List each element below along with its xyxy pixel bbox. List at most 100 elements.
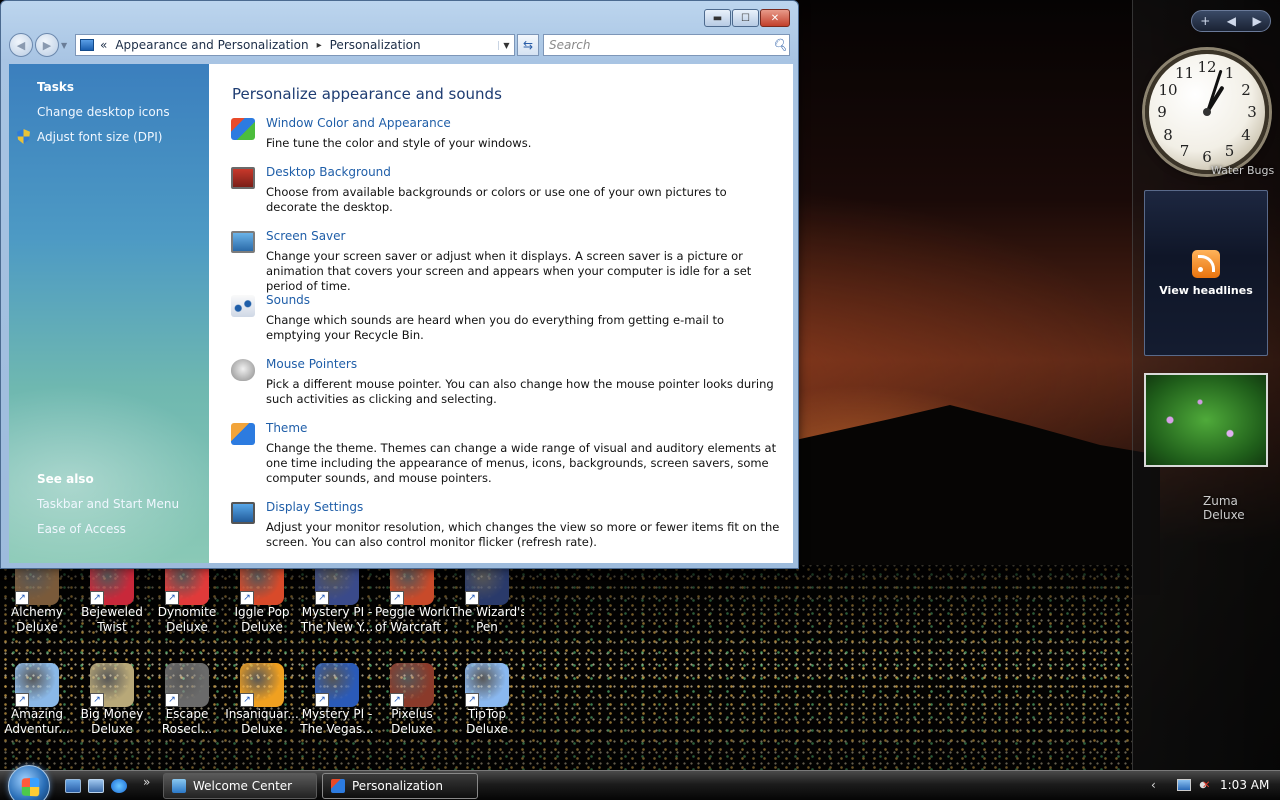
previous-gadgets-button[interactable]: ◀ bbox=[1227, 14, 1236, 28]
desktop-shortcut-label: Mystery PI - bbox=[301, 605, 373, 619]
desktop-shortcut-label: of Warcraft ... bbox=[375, 620, 449, 634]
item-title-link[interactable]: Window Color and Appearance bbox=[266, 116, 451, 130]
desktop-shortcut[interactable]: Mystery PI -The Vegas... bbox=[300, 663, 374, 737]
address-dropdown[interactable]: ▼ bbox=[498, 40, 514, 50]
clock-numeral: 3 bbox=[1247, 103, 1257, 121]
item-title-link[interactable]: Desktop Background bbox=[266, 165, 391, 179]
address-overflow-chevron[interactable]: « bbox=[100, 38, 107, 52]
zuma-deluxe-label[interactable]: Zuma Deluxe bbox=[1203, 494, 1280, 522]
desktop-shortcut[interactable]: AmazingAdventur... bbox=[0, 663, 74, 737]
tasks-heading: Tasks bbox=[37, 80, 75, 94]
desktop-shortcut-label: Alchemy bbox=[11, 605, 63, 619]
item-title-link[interactable]: Screen Saver bbox=[266, 229, 345, 243]
desktop-shortcut-label: Adventur... bbox=[4, 722, 70, 736]
desktop-shortcut[interactable]: AlchemyDeluxe bbox=[0, 561, 74, 635]
rss-icon bbox=[1192, 249, 1220, 278]
change-desktop-icons-link[interactable]: Change desktop icons bbox=[37, 105, 170, 119]
maximize-button[interactable]: ☐ bbox=[732, 9, 759, 27]
desktop-shortcut-label: Pen bbox=[476, 620, 498, 634]
system-clock[interactable]: 1:03 AM bbox=[1220, 778, 1269, 792]
next-gadgets-button[interactable]: ▶ bbox=[1253, 14, 1262, 28]
forward-button[interactable]: ▶ bbox=[35, 33, 59, 57]
view-headlines-link[interactable]: View headlines bbox=[1159, 284, 1253, 297]
desktop-shortcut[interactable]: The Wizard'sPen bbox=[450, 561, 524, 635]
search-icon[interactable]: 🔍︎ bbox=[771, 38, 789, 52]
feed-headlines-gadget[interactable]: View headlines bbox=[1144, 190, 1268, 356]
game-shortcut-icon bbox=[390, 663, 434, 707]
desktop-background-icon[interactable] bbox=[231, 167, 255, 189]
desktop-shortcut[interactable]: Insaniquar...Deluxe bbox=[225, 663, 299, 737]
personalization-window: ▬ ☐ ✕ ◀ ▶ ▼ « Appearance and Personaliza… bbox=[0, 0, 799, 569]
window-caption-buttons: ▬ ☐ ✕ bbox=[704, 9, 790, 27]
desktop-shortcut[interactable]: Peggle Worldof Warcraft ... bbox=[375, 561, 449, 635]
windows-sidebar: + ◀ ▶ 12 1 2 3 4 5 6 7 8 9 10 11 Water Bugs View he… bbox=[1132, 0, 1280, 770]
mouse-pointers-icon[interactable] bbox=[231, 359, 255, 381]
clock-numeral: 2 bbox=[1241, 80, 1251, 99]
desktop-shortcut-label: Pixelus bbox=[391, 707, 433, 721]
close-button[interactable]: ✕ bbox=[760, 9, 790, 27]
sounds-icon[interactable] bbox=[231, 295, 255, 317]
back-button[interactable]: ◀ bbox=[9, 33, 33, 57]
desktop-shortcut[interactable]: BejeweledTwist bbox=[75, 561, 149, 635]
sidebar-controls: + ◀ ▶ bbox=[1191, 10, 1271, 32]
show-desktop-icon[interactable] bbox=[65, 779, 81, 793]
quick-launch-overflow[interactable]: » bbox=[143, 775, 150, 789]
desktop-shortcut-label: Deluxe bbox=[91, 722, 133, 736]
adjust-font-size-link[interactable]: Adjust font size (DPI) bbox=[37, 130, 162, 144]
item-description: Adjust your monitor resolution, which ch… bbox=[266, 520, 780, 549]
screen-saver-icon[interactable] bbox=[231, 231, 255, 253]
desktop-shortcut-label: Amazing bbox=[10, 707, 64, 721]
show-hidden-icons-button[interactable]: ‹ bbox=[1151, 778, 1156, 792]
desktop-shortcut-label: Insaniquar... bbox=[225, 707, 299, 721]
desktop-shortcut[interactable]: TipTopDeluxe bbox=[450, 663, 524, 737]
taskbar-button-welcome-center[interactable]: Welcome Center bbox=[163, 773, 317, 799]
minimize-button[interactable]: ▬ bbox=[704, 9, 731, 27]
item-description: Change which sounds are heard when you d… bbox=[266, 313, 725, 342]
game-shortcut-icon bbox=[15, 663, 59, 707]
ease-of-access-link[interactable]: Ease of Access bbox=[37, 522, 126, 536]
breadcrumb-appearance-personalization[interactable]: Appearance and Personalization bbox=[115, 38, 308, 52]
clock-numeral: 10 bbox=[1158, 80, 1178, 99]
desktop-shortcut[interactable]: PixelusDeluxe bbox=[375, 663, 449, 737]
item-title-link[interactable]: Mouse Pointers bbox=[266, 357, 357, 371]
clock-gadget[interactable]: 12 1 2 3 4 5 6 7 8 9 10 11 bbox=[1145, 50, 1269, 174]
breadcrumb-separator[interactable]: ▸ bbox=[317, 40, 322, 51]
window-color-icon[interactable] bbox=[231, 118, 255, 140]
address-bar[interactable]: « Appearance and Personalization ▸ Perso… bbox=[75, 34, 515, 56]
desktop-shortcut[interactable]: Iggle PopDeluxe bbox=[225, 561, 299, 635]
desktop-shortcut-label: Deluxe bbox=[166, 620, 208, 634]
theme-icon[interactable] bbox=[231, 423, 255, 445]
recent-pages-dropdown[interactable]: ▼ bbox=[61, 41, 71, 50]
add-gadget-button[interactable]: + bbox=[1200, 14, 1210, 28]
desktop-shortcut-label: TipTop bbox=[467, 707, 507, 721]
item-title-link[interactable]: Sounds bbox=[266, 293, 310, 307]
item-title-link[interactable]: Theme bbox=[266, 421, 307, 435]
desktop-shortcut[interactable]: DynomiteDeluxe bbox=[150, 561, 224, 635]
display-settings-icon[interactable] bbox=[231, 502, 255, 524]
refresh-button[interactable]: ⇆ bbox=[517, 34, 539, 56]
taskbar-button-personalization[interactable]: Personalization bbox=[322, 773, 478, 799]
taskbar: » Welcome Center Personalization ‹ 1:03 … bbox=[0, 765, 1280, 800]
desktop-shortcut[interactable]: EscapeRosecl... bbox=[150, 663, 224, 737]
taskbar-start-menu-link[interactable]: Taskbar and Start Menu bbox=[37, 497, 179, 511]
search-box: 🔍︎ bbox=[543, 34, 790, 56]
desktop-shortcut-label: Deluxe bbox=[241, 722, 283, 736]
slideshow-gadget[interactable] bbox=[1144, 373, 1268, 467]
network-icon[interactable] bbox=[1177, 779, 1191, 791]
game-shortcut-icon bbox=[90, 663, 134, 707]
breadcrumb-personalization[interactable]: Personalization bbox=[330, 38, 421, 52]
clock-numeral: 9 bbox=[1157, 103, 1167, 121]
start-button[interactable] bbox=[8, 765, 50, 800]
desktop-shortcut[interactable]: Big MoneyDeluxe bbox=[75, 663, 149, 737]
search-input[interactable] bbox=[549, 38, 771, 52]
switch-windows-icon[interactable] bbox=[88, 779, 104, 793]
desktop-shortcut-label: Big Money bbox=[80, 707, 144, 721]
item-title-link[interactable]: Display Settings bbox=[266, 500, 363, 514]
internet-explorer-icon[interactable] bbox=[111, 779, 127, 793]
item-description: Change the theme. Themes can change a wi… bbox=[266, 441, 777, 485]
game-shortcut-icon bbox=[315, 663, 359, 707]
desktop-shortcut[interactable]: Mystery PI -The New Y... bbox=[300, 561, 374, 635]
volume-muted-icon[interactable] bbox=[1196, 778, 1210, 792]
desktop-shortcut-label: Iggle Pop bbox=[234, 605, 290, 619]
desktop-shortcut-label: Peggle World bbox=[375, 605, 449, 619]
